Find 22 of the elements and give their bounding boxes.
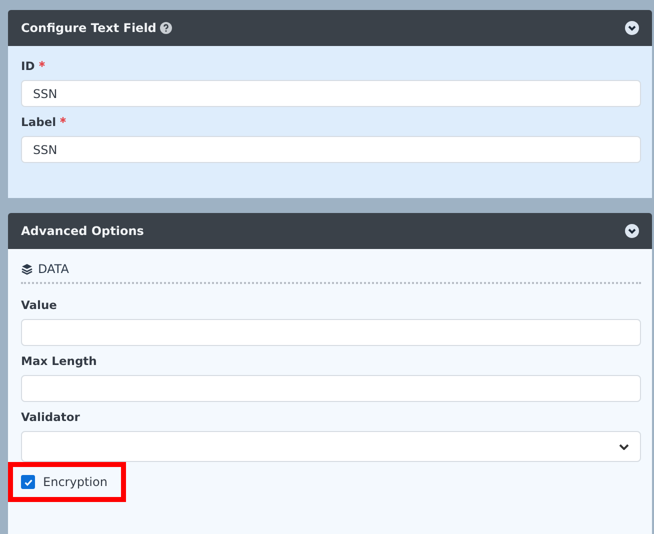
chevron-icon[interactable] [625,21,639,35]
text-field[interactable] [21,375,641,402]
text-field[interactable]: SSN [21,136,641,163]
field-label: Value [21,298,57,312]
text-field[interactable]: SSN [21,80,641,107]
panel-title: Advanced Options [21,224,144,238]
panel-title: Configure Text Field [21,21,156,35]
checkbox-label: Encryption [43,475,108,489]
field-label: Max Length [21,354,97,368]
dropdown-field[interactable] [21,431,641,462]
field-label: Validator [21,410,80,424]
field-label: Label [21,115,56,129]
help-icon[interactable] [160,22,172,34]
field-label: ID [21,59,35,73]
panel-header[interactable]: Configure Text Field [8,10,652,46]
text-field[interactable] [21,319,641,346]
caret-icon [619,444,629,450]
chevron-icon[interactable] [625,224,639,238]
layers-icon [21,263,33,275]
section-title: DATA [38,262,69,276]
checkbox[interactable] [21,475,35,489]
panel-header[interactable]: Advanced Options [8,213,652,249]
